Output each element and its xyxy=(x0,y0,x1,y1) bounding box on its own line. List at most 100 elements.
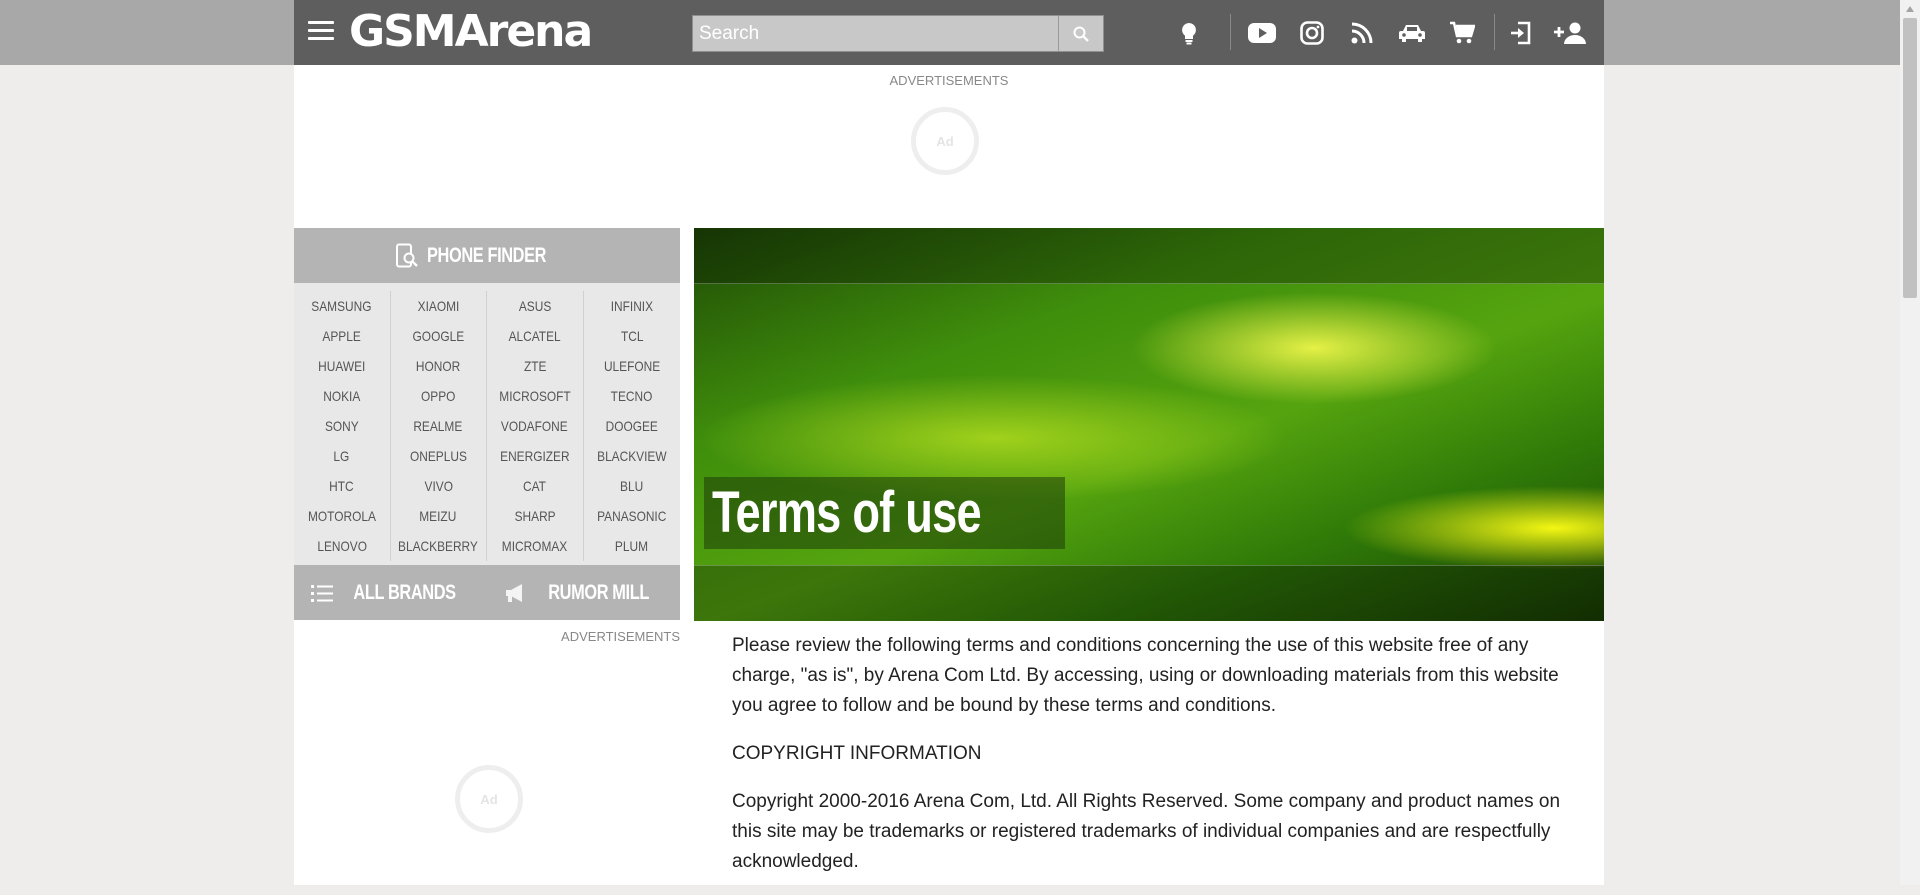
brand-link[interactable]: XIAOMI xyxy=(391,291,487,321)
brand-link[interactable]: CAT xyxy=(487,471,583,501)
brand-label: GOOGLE xyxy=(412,328,465,344)
scroll-up-arrow[interactable] xyxy=(1900,0,1920,17)
brand-label: XIAOMI xyxy=(417,298,460,314)
brand-link[interactable]: SAMSUNG xyxy=(294,291,390,321)
search-button[interactable] xyxy=(1058,16,1103,51)
brand-link[interactable]: ALCATEL xyxy=(487,321,583,351)
brand-link[interactable]: TECNO xyxy=(584,381,681,411)
brand-link[interactable]: TCL xyxy=(584,321,681,351)
brand-link[interactable]: GOOGLE xyxy=(391,321,487,351)
menu-icon[interactable] xyxy=(308,18,334,46)
article-content: Please review the following terms and co… xyxy=(732,631,1582,895)
brand-link[interactable]: SHARP xyxy=(487,501,583,531)
brand-link[interactable]: OPPO xyxy=(391,381,487,411)
site-header: GSMArena xyxy=(294,0,1604,65)
brand-link[interactable]: ZTE xyxy=(487,351,583,381)
scroll-thumb[interactable] xyxy=(1903,18,1917,298)
brand-label: ALCATEL xyxy=(508,328,561,344)
brand-link[interactable]: SONY xyxy=(294,411,390,441)
brand-label: CAT xyxy=(523,478,547,494)
brand-link[interactable]: BLU xyxy=(584,471,681,501)
intro-paragraph: Please review the following terms and co… xyxy=(732,635,1559,716)
header-divider xyxy=(1230,14,1231,50)
brand-label: HTC xyxy=(329,478,354,494)
brand-label: BLACKVIEW xyxy=(597,448,667,464)
brand-link[interactable]: ASUS xyxy=(487,291,583,321)
phone-finder-label: PHONE FINDER xyxy=(426,243,546,267)
brand-label: ONEPLUS xyxy=(409,448,467,464)
brand-link[interactable]: PLUM xyxy=(584,531,681,561)
brand-label: MEIZU xyxy=(419,508,457,524)
brand-link[interactable]: HUAWEI xyxy=(294,351,390,381)
brand-label: SONY xyxy=(324,418,359,434)
all-brands-label: ALL BRANDS xyxy=(353,580,456,604)
rumor-mill-button[interactable]: RUMOR MILL xyxy=(487,565,680,620)
brand-label: HUAWEI xyxy=(318,358,366,374)
search-input[interactable] xyxy=(693,16,1059,51)
instagram-icon[interactable] xyxy=(1297,18,1327,48)
brand-link[interactable]: LENOVO xyxy=(294,531,390,561)
brand-link[interactable]: MOTOROLA xyxy=(294,501,390,531)
brand-label: APPLE xyxy=(322,328,361,344)
brand-label: ULEFONE xyxy=(603,358,660,374)
phone-finder-button[interactable]: PHONE FINDER xyxy=(294,228,680,283)
brand-link[interactable]: REALME xyxy=(391,411,487,441)
brand-link[interactable]: BLACKBERRY xyxy=(391,531,487,561)
list-icon xyxy=(310,584,333,602)
brand-link[interactable]: DOOGEE xyxy=(584,411,681,441)
login-icon[interactable] xyxy=(1505,18,1535,48)
brand-link[interactable]: HONOR xyxy=(391,351,487,381)
brand-link[interactable]: ENERGIZER xyxy=(487,441,583,471)
ad-spinner xyxy=(911,107,979,175)
brand-link[interactable]: MEIZU xyxy=(391,501,487,531)
brand-link[interactable]: APPLE xyxy=(294,321,390,351)
brand-label: ENERGIZER xyxy=(500,448,570,464)
search-icon xyxy=(1073,26,1089,42)
youtube-icon[interactable] xyxy=(1247,18,1277,48)
brand-link[interactable]: MICROMAX xyxy=(487,531,583,561)
hero-band-bottom xyxy=(694,565,1604,621)
brand-label: ASUS xyxy=(518,298,551,314)
search-box xyxy=(692,15,1104,52)
page-container: ADVERTISEMENTS PHONE FINDER SAMSUNG APPLE… xyxy=(294,65,1604,885)
add-user-icon[interactable] xyxy=(1552,18,1588,48)
brand-link[interactable]: BLACKVIEW xyxy=(584,441,681,471)
hero-banner: Terms of use xyxy=(694,228,1604,621)
car-icon[interactable] xyxy=(1397,18,1427,48)
page-title: Terms of use xyxy=(704,477,1065,549)
section-heading: COPYRIGHT INFORMATION xyxy=(732,743,982,764)
brand-link[interactable]: ULEFONE xyxy=(584,351,681,381)
brand-label: SHARP xyxy=(514,508,556,524)
brand-link[interactable]: LG xyxy=(294,441,390,471)
brand-link[interactable]: VODAFONE xyxy=(487,411,583,441)
brand-label: MICROMAX xyxy=(502,538,568,554)
rss-icon[interactable] xyxy=(1347,18,1377,48)
brand-label: DOOGEE xyxy=(605,418,658,434)
lightbulb-icon[interactable] xyxy=(1174,18,1204,48)
brand-link[interactable]: ONEPLUS xyxy=(391,441,487,471)
brand-label: INFINIX xyxy=(610,298,653,314)
all-brands-button[interactable]: ALL BRANDS xyxy=(294,565,487,620)
brand-column: SAMSUNG APPLE HUAWEI NOKIA SONY LG HTC MOTOROLA… xyxy=(294,291,391,561)
brand-label: LENOVO xyxy=(316,538,367,554)
brand-link[interactable]: PANASONIC xyxy=(584,501,681,531)
phone-search-icon xyxy=(395,243,418,267)
ad-label-top: ADVERTISEMENTS xyxy=(889,73,1009,88)
site-logo[interactable]: GSMArena xyxy=(349,4,593,60)
brand-label: SAMSUNG xyxy=(311,298,372,314)
scrollbar[interactable] xyxy=(1900,0,1920,885)
brand-label: TECNO xyxy=(610,388,653,404)
brand-link[interactable]: MICROSOFT xyxy=(487,381,583,411)
cart-icon[interactable] xyxy=(1447,18,1477,48)
brand-link[interactable]: NOKIA xyxy=(294,381,390,411)
rumor-mill-label: RUMOR MILL xyxy=(548,580,649,604)
header-divider xyxy=(1494,14,1495,50)
brand-label: BLU xyxy=(620,478,644,494)
copyright-paragraph: Copyright 2000-2016 Arena Com, Ltd. All … xyxy=(732,791,1561,872)
brand-link[interactable]: HTC xyxy=(294,471,390,501)
brand-link[interactable]: VIVO xyxy=(391,471,487,501)
brand-link[interactable]: INFINIX xyxy=(584,291,681,321)
brand-label: OPPO xyxy=(421,388,456,404)
brand-label: VIVO xyxy=(424,478,453,494)
brand-label: REALME xyxy=(413,418,463,434)
